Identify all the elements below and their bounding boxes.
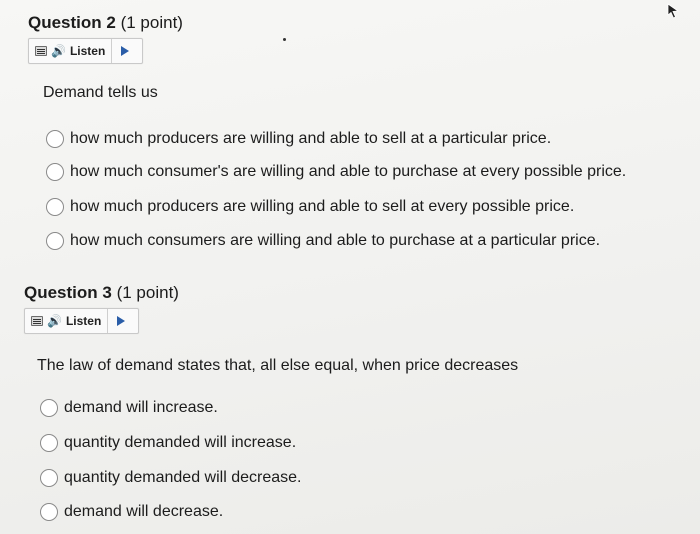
speaker-icon: 🔊	[47, 314, 62, 328]
question-3-prompt: The law of demand states that, all else …	[37, 357, 519, 374]
divider	[111, 39, 113, 63]
question-2-listen-button[interactable]: Listen	[70, 44, 105, 58]
question-2-title: Question 2 (1 point)	[28, 13, 183, 33]
question-2-listen-toolbar: 🔊 Listen	[28, 38, 143, 64]
radio-button[interactable]	[40, 503, 58, 521]
question-3-option-3[interactable]: quantity demanded will decrease.	[40, 469, 301, 487]
question-2-option-1[interactable]: how much producers are willing and able …	[46, 130, 551, 148]
radio-button[interactable]	[40, 469, 58, 487]
question-3-option-1[interactable]: demand will increase.	[40, 399, 218, 417]
question-3-title: Question 3 (1 point)	[24, 283, 179, 303]
radio-button[interactable]	[46, 163, 64, 181]
question-2-points: (1 point)	[120, 13, 183, 32]
divider	[107, 309, 109, 333]
option-label: demand will increase.	[64, 399, 218, 416]
question-3-number: Question 3	[24, 283, 112, 302]
question-3-points: (1 point)	[116, 283, 179, 302]
option-label: how much producers are willing and able …	[70, 198, 575, 215]
question-2-number: Question 2	[28, 13, 116, 32]
option-label: quantity demanded will increase.	[64, 434, 297, 451]
option-label: how much producers are willing and able …	[70, 130, 552, 147]
question-2-option-4[interactable]: how much consumers are willing and able …	[46, 232, 600, 250]
question-3-listen-button[interactable]: Listen	[66, 314, 101, 328]
question-3-option-2[interactable]: quantity demanded will increase.	[40, 434, 296, 452]
radio-button[interactable]	[46, 130, 64, 148]
play-icon[interactable]	[121, 46, 130, 56]
menu-icon[interactable]	[35, 46, 47, 56]
radio-button[interactable]	[46, 232, 64, 250]
option-label: how much consumer's are willing and able…	[70, 163, 627, 180]
stray-dot	[283, 38, 286, 41]
question-2-prompt: Demand tells us	[43, 84, 158, 101]
option-label: how much consumers are willing and able …	[70, 232, 601, 249]
question-3-listen-toolbar: 🔊 Listen	[24, 308, 139, 334]
play-icon[interactable]	[117, 316, 126, 326]
question-3-option-4[interactable]: demand will decrease.	[40, 503, 223, 521]
option-label: demand will decrease.	[64, 503, 224, 520]
speaker-icon: 🔊	[51, 44, 66, 58]
radio-button[interactable]	[40, 399, 58, 417]
menu-icon[interactable]	[31, 316, 43, 326]
cursor-icon	[667, 3, 680, 19]
question-2-option-3[interactable]: how much producers are willing and able …	[46, 198, 574, 216]
radio-button[interactable]	[40, 434, 58, 452]
question-2-option-2[interactable]: how much consumer's are willing and able…	[46, 163, 626, 181]
radio-button[interactable]	[46, 198, 64, 216]
option-label: quantity demanded will decrease.	[64, 469, 302, 486]
